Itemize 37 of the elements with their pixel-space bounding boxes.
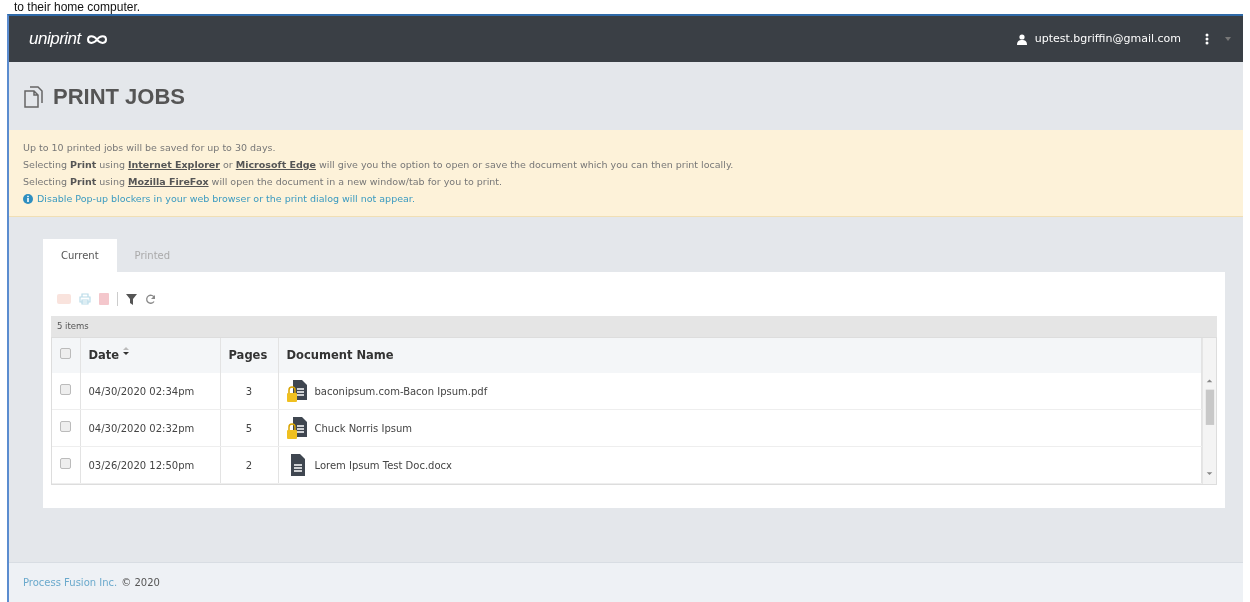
column-header[interactable]: Document Name [286, 346, 394, 364]
info-icon [23, 193, 33, 204]
notice-text: Up to 10 printed jobs will be saved for up to 30 days. [23, 141, 277, 155]
date-text: 04/30/2020 02:32pm [88, 422, 195, 434]
caret-icon[interactable] [1225, 37, 1231, 41]
sort-icon[interactable] [123, 346, 130, 356]
notice-text: Selecting Print using Mozilla FireFox will open the document in a new window/tab for you to print. [23, 175, 504, 189]
more-options-icon[interactable] [1205, 33, 1209, 45]
browser-link[interactable]: Internet Explorer [127, 159, 220, 170]
documents-icon [23, 86, 45, 108]
row-checkbox[interactable] [60, 383, 72, 395]
infinity-logo-icon [84, 33, 109, 45]
notice-text: Selecting Print using Internet Explorer or Microsoft Edge will give you the option to open or save the document which you can then print locally. [23, 158, 735, 172]
tab[interactable]: Current [43, 239, 117, 272]
caption-text: to their home computer. [13, 0, 142, 14]
date-text: 04/30/2020 02:34pm [88, 385, 195, 397]
scrollbar-drawing[interactable] [1202, 337, 1216, 484]
browser-link[interactable]: Mozilla FireFox [127, 176, 209, 187]
date-text: 03/26/2020 12:50pm [88, 459, 195, 471]
select-all-checkbox[interactable] [60, 347, 72, 359]
page-title: PRINT JOBS [53, 84, 186, 110]
user-email-link[interactable]: uptest.bgriffin@gmail.com [1034, 30, 1181, 48]
document-name[interactable]: Lorem Ipsum Test Doc.docx [314, 457, 452, 473]
info-text: Disable Pop-up blockers in your web browser or the print dialog will not appear. [37, 192, 415, 206]
row-checkbox[interactable] [60, 420, 72, 432]
pages-text: 5 [245, 422, 253, 434]
logo-text: uniprint [29, 29, 81, 49]
column-header[interactable]: Date [88, 346, 120, 364]
document-name[interactable]: Chuck Norris Ipsum [314, 420, 413, 436]
copyright-text: © 2020 [121, 576, 160, 590]
browser-link[interactable]: Microsoft Edge [235, 159, 316, 170]
item-count: 5 items [51, 316, 1217, 337]
pages-text: 2 [245, 459, 253, 471]
row-checkbox[interactable] [60, 457, 72, 469]
document-name[interactable]: baconipsum.com-Bacon Ipsum.pdf [314, 383, 488, 399]
pages-text: 3 [245, 385, 253, 397]
user-icon [1016, 33, 1027, 45]
